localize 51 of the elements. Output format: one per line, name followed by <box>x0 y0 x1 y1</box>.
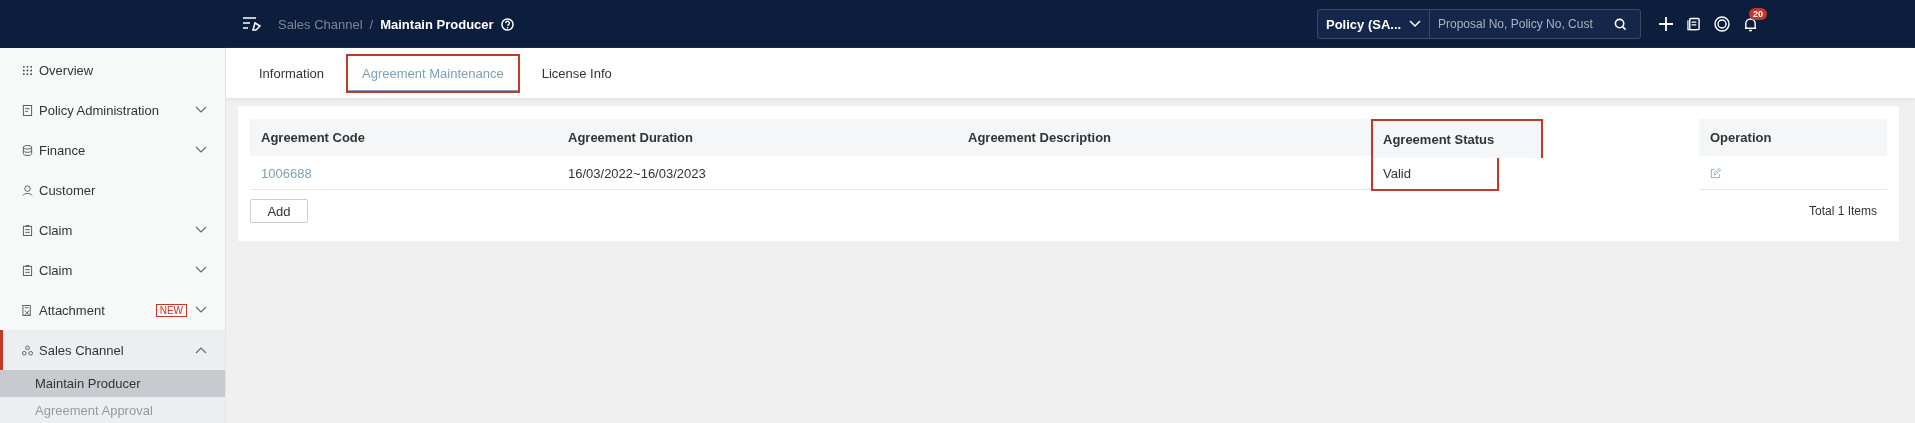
column-header: Agreement Code <box>250 119 557 156</box>
table-cell: Valid <box>1383 166 1411 181</box>
sidebar-item-label: Claim <box>39 262 74 278</box>
attachment-icon <box>22 304 33 316</box>
sidebar-item[interactable]: Policy Administration <box>0 90 225 130</box>
help-icon[interactable] <box>500 17 514 31</box>
column-header: Operation <box>1699 119 1887 156</box>
sidebar-item[interactable]: Claim <box>0 210 225 250</box>
nodes-icon <box>22 344 33 356</box>
sidebar-item[interactable]: Finance <box>0 130 225 170</box>
menu-icon[interactable] <box>242 16 262 32</box>
breadcrumb-item: Maintain Producer <box>380 16 494 32</box>
sidebar-item-label: Claim <box>39 222 74 238</box>
notification-badge: 20 <box>1749 7 1767 20</box>
sidebar-item-label: Attachment <box>39 302 106 318</box>
tab[interactable]: Information <box>243 53 341 93</box>
bell-icon[interactable] <box>1744 16 1757 32</box>
new-badge: NEW <box>155 303 187 317</box>
sidebar-item-label: Customer <box>39 182 97 198</box>
tab[interactable]: License Info <box>525 53 628 93</box>
total-items-label: Total 1 Items <box>1808 204 1877 218</box>
chevron-down-icon <box>1409 20 1421 28</box>
database-icon <box>22 144 33 156</box>
sidebar-item[interactable]: Overview <box>0 50 225 90</box>
table-cell: 16/03/2022~16/03/2023 <box>568 166 706 181</box>
sidebar-item[interactable]: Claim <box>0 250 225 290</box>
document-icon <box>22 104 33 116</box>
sidebar-item-label: Policy Administration <box>39 102 160 118</box>
column-header: Agreement Duration <box>557 119 957 156</box>
sidebar-item[interactable]: Sales Channel <box>0 330 225 370</box>
sidebar-item-label: Overview <box>39 62 95 78</box>
column-header: Agreement Status <box>1371 119 1543 158</box>
grid-icon <box>22 64 33 76</box>
sidebar-item[interactable]: Customer <box>0 170 225 210</box>
sidebar-item[interactable]: Attachment NEW <box>0 290 225 330</box>
search-field[interactable]: Proposal No, Policy No, Cust <box>1430 16 1640 32</box>
plus-icon[interactable] <box>1659 17 1673 31</box>
search-icon[interactable] <box>1614 17 1627 31</box>
target-icon[interactable] <box>1714 16 1730 32</box>
breadcrumb-separator: / <box>369 16 374 32</box>
clipboard-icon <box>22 224 33 236</box>
clipboard-icon <box>22 264 33 276</box>
search-scope-dropdown[interactable]: Policy (SA... <box>1318 10 1430 38</box>
sidebar-item-label: Finance <box>39 142 87 158</box>
documents-icon[interactable] <box>1687 17 1700 31</box>
breadcrumb-item[interactable]: Sales Channel <box>278 16 363 32</box>
add-button[interactable]: Add <box>250 199 308 223</box>
user-icon <box>22 184 33 196</box>
column-header: Agreement Description <box>957 119 1371 156</box>
sidebar-item-label: Sales Channel <box>39 342 125 358</box>
sidebar-subitem[interactable]: Maintain Producer <box>0 370 225 397</box>
